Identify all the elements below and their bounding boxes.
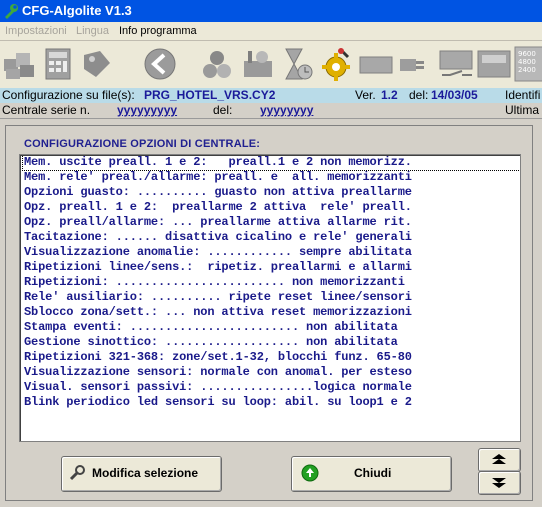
panel-title: CONFIGURAZIONE OPZIONI DI CENTRALE:: [24, 138, 261, 150]
menu-lingua[interactable]: Lingua: [76, 24, 109, 38]
list-item[interactable]: Gestione sinottico: ................... …: [24, 335, 398, 350]
list-item[interactable]: Blink periodico led sensori su loop: abi…: [24, 395, 412, 410]
list-item[interactable]: Ripetizioni 321-368: zone/set.1-32, bloc…: [24, 350, 412, 365]
baud-9600: 9600: [518, 50, 536, 58]
calculator-icon[interactable]: [40, 45, 76, 83]
menu-impostazioni[interactable]: Impostazioni: [5, 24, 67, 38]
plug-icon[interactable]: [396, 45, 432, 83]
ver-value: 1.2: [381, 88, 398, 102]
double-chevron-up-icon: [490, 452, 508, 469]
serial-info-bar: Centrale serie n. yyyyyyyyy del: yyyyyyy…: [0, 103, 542, 119]
scroll-up-button[interactable]: [478, 448, 521, 472]
scroll-down-button[interactable]: [478, 471, 521, 495]
del2-label: del:: [213, 103, 233, 117]
menu-info-programma[interactable]: Info programma: [119, 24, 197, 38]
list-item[interactable]: Tacitazione: ...... disattiva cicalino e…: [24, 230, 412, 245]
tools-box-icon[interactable]: [240, 45, 276, 83]
identif-label: Identifi: [505, 88, 541, 102]
list-item[interactable]: Ripetizioni linee/sens.: ripetiz. preall…: [24, 260, 412, 275]
options-listbox[interactable]: Mem. uscite preall. 1 e 2: preall.1 e 2 …: [19, 154, 521, 442]
switch-icon[interactable]: [438, 45, 474, 83]
baud-2400: 2400: [518, 66, 536, 74]
list-item[interactable]: Mem. rele' preal./allarme: preall. e all…: [24, 170, 412, 185]
list-item[interactable]: Ripetizioni: ........................ no…: [24, 275, 405, 290]
chiudi-button[interactable]: Chiudi: [291, 456, 452, 492]
ver-label: Ver.: [355, 88, 376, 102]
ultima-label: Ultima: [505, 103, 540, 117]
serie-label: Centrale serie n.: [2, 103, 91, 117]
app-wrench-icon: [3, 3, 19, 19]
gear-icon[interactable]: [318, 45, 354, 83]
boxes-icon[interactable]: [2, 45, 38, 83]
del-label: del:: [409, 88, 429, 102]
baud-4800: 4800: [518, 58, 536, 66]
lcd-panel-icon[interactable]: [476, 45, 512, 83]
list-item[interactable]: Sblocco zona/sett.: ... non attiva reset…: [24, 305, 412, 320]
green-arrow-icon: [301, 464, 319, 485]
list-item[interactable]: Rele' ausiliario: .......... ripete rese…: [24, 290, 412, 305]
blank-button-icon[interactable]: [358, 45, 394, 83]
list-item[interactable]: Stampa eventi: ........................ …: [24, 320, 398, 335]
list-item[interactable]: Mem. uscite preall. 1 e 2: preall.1 e 2 …: [22, 155, 520, 171]
double-chevron-down-icon: [490, 476, 508, 493]
config-info-bar: Configurazione su file(s): PRG_HOTEL_VRS…: [0, 88, 542, 103]
list-item[interactable]: Visualizzazione anomalie: ............ s…: [24, 245, 412, 260]
back-arrow-icon[interactable]: [142, 45, 178, 83]
config-file: PRG_HOTEL_VRS.CY2: [144, 88, 276, 102]
list-item[interactable]: Opz. preall. 1 e 2: preallarme 2 attiva …: [24, 200, 412, 215]
del-value: 14/03/05: [431, 88, 478, 102]
chiudi-label: Chiudi: [354, 466, 392, 480]
list-item[interactable]: Opzioni guasto: .......... guasto non at…: [24, 185, 412, 200]
serie-value: yyyyyyyyy: [117, 103, 178, 117]
list-item[interactable]: Visual. sensori passivi: ...............…: [24, 380, 412, 395]
tag-icon[interactable]: [78, 45, 114, 83]
wrench-icon: [68, 464, 86, 485]
baud-rate-icon[interactable]: 9600 4800 2400: [512, 45, 542, 83]
title-bar: CFG-Algolite V1.3: [0, 0, 542, 22]
modifica-label: Modifica selezione: [92, 466, 199, 480]
config-label: Configurazione su file(s):: [2, 88, 135, 102]
del2-value: yyyyyyyy: [260, 103, 314, 117]
menu-bar: Impostazioni Lingua Info programma: [0, 22, 542, 41]
modifica-selezione-button[interactable]: Modifica selezione: [61, 456, 222, 492]
parts-icon[interactable]: [200, 45, 236, 83]
options-panel: CONFIGURAZIONE OPZIONI DI CENTRALE: Mem.…: [5, 125, 533, 501]
toolbar: 9600 4800 2400: [0, 41, 542, 88]
window-title: CFG-Algolite V1.3: [22, 3, 132, 18]
list-item[interactable]: Visualizzazione sensori: normale con ano…: [24, 365, 412, 380]
list-item[interactable]: Opz. preall/allarme: ... preallarme atti…: [24, 215, 412, 230]
hourglass-icon[interactable]: [278, 45, 314, 83]
